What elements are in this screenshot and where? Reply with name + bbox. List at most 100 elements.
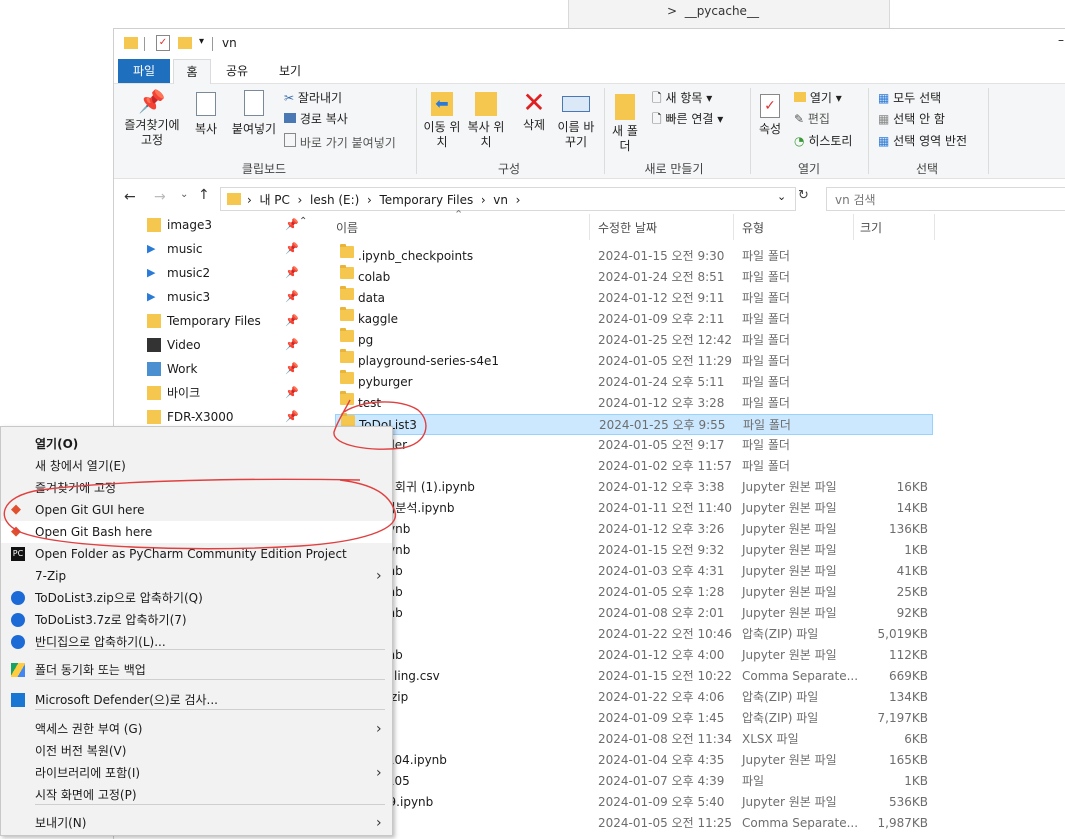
invert-selection-button[interactable]: ▦ 선택 영역 반전	[878, 133, 967, 149]
customize-quick-access-icon[interactable]: ▾	[199, 36, 204, 47]
pin-to-quick-access-button[interactable]: 📌 즐겨찾기에 고정	[120, 88, 184, 148]
context-menu-item-open-git-gui-here[interactable]: ◆ Open Git GUI here	[1, 499, 392, 521]
column-type[interactable]: 유형	[742, 216, 764, 240]
address-dropdown-icon[interactable]: ⌄	[777, 190, 786, 203]
address-bar[interactable]: › 내 PC › lesh (E:) › Temporary Files › v…	[220, 187, 796, 211]
cut-button[interactable]: ✂ 잘라내기	[284, 90, 342, 106]
column-size[interactable]: 크기	[860, 216, 882, 240]
context-menu-item[interactable]: 폴더 동기화 또는 백업	[1, 659, 392, 681]
back-arrow-icon[interactable]: ←	[124, 189, 136, 205]
file-row[interactable]: data 2024-01-12 오전 9:11 파일 폴더	[335, 286, 933, 309]
tab-home[interactable]: 홈	[173, 59, 211, 84]
file-row[interactable]: 3.ipynb2024-01-03 오후 4:31Jupyter 원본 파일41…	[335, 561, 933, 582]
refresh-icon[interactable]: ↻	[798, 188, 809, 203]
file-row[interactable]: 3.ipynb2024-01-08 오후 2:01Jupyter 원본 파일92…	[335, 603, 933, 624]
breadcrumb-temporary-files[interactable]: Temporary Files	[379, 193, 473, 207]
file-row[interactable]: colab 2024-01-24 오전 8:51 파일 폴더	[335, 265, 933, 288]
nav-scroll-up-icon[interactable]: ⌃	[299, 216, 307, 227]
background-tree-item[interactable]: > __pycache__	[667, 4, 759, 18]
context-menu-item-open-git-bash-here[interactable]: ◆ Open Git Bash here	[1, 521, 392, 543]
file-row[interactable]: 5.ipynb2024-01-05 오후 1:28Jupyter 원본 파일25…	[335, 582, 933, 603]
open-button[interactable]: 열기 ▾	[794, 90, 842, 106]
column-divider[interactable]	[853, 214, 854, 240]
edit-button[interactable]: ✎ 편집	[794, 111, 830, 127]
search-input[interactable]: vn 검색	[826, 187, 1065, 211]
tab-share[interactable]: 공유	[219, 59, 255, 83]
file-row[interactable]: zip2024-01-09 오후 1:45압축(ZIP) 파일7,197KB	[335, 708, 933, 729]
file-row[interactable]: kaggle 2024-01-09 오후 2:11 파일 폴더	[335, 307, 933, 330]
copy-to-button[interactable]: 복사 위치	[464, 88, 508, 150]
column-name[interactable]: 이름	[336, 216, 358, 240]
breadcrumb-this-pc[interactable]: 내 PC	[259, 193, 289, 207]
context-menu-item-microsoft-defender[interactable]: Microsoft Defender(으)로 검사...	[1, 689, 392, 711]
file-row[interactable]: 40109.ipynb 2024-01-09 오후 5:40 Jupyter 원본 …	[335, 792, 933, 813]
context-menu-item-n[interactable]: 보내기(N) ›	[1, 812, 392, 834]
up-arrow-icon[interactable]: ↑	[198, 187, 210, 203]
file-row[interactable]: xlsx2024-01-08 오전 11:34XLSX 파일6KB	[335, 729, 933, 750]
new-folder-button[interactable]: 새 폴더	[610, 88, 640, 154]
file-row[interactable]: 출문제 회귀 (1).ipynb 2024-01-12 오후 3:38 Jupyte…	[335, 477, 933, 498]
select-none-button[interactable]: ▦ 선택 안 함	[878, 111, 945, 127]
context-menu-item-v[interactable]: 이전 버전 복원(V)	[1, 740, 392, 762]
file-row[interactable]: playground-series-s4e1 2024-01-05 오전 11:2…	[335, 349, 933, 372]
paste-shortcut-button[interactable]: 바로 가기 붙여넣기	[284, 133, 396, 151]
file-date: 2024-01-05 오전 9:17	[598, 438, 725, 452]
history-button[interactable]: ◔ 히스토리	[794, 133, 852, 149]
column-divider[interactable]	[589, 214, 590, 240]
file-row[interactable]: pyburger 2024-01-24 오후 5:11 파일 폴더	[335, 370, 933, 393]
file-row[interactable]: -web.zip2024-01-22 오후 4:06압축(ZIP) 파일134K…	[335, 687, 933, 708]
breadcrumb-drive[interactable]: lesh (E:)	[310, 193, 359, 207]
context-menu-item-o[interactable]: 열기(O)	[1, 433, 392, 455]
select-all-button[interactable]: ▦ 모두 선택	[878, 90, 941, 106]
context-menu-item-todolist3-zip-q[interactable]: ToDoList3.zip으로 압축하기(Q)	[1, 587, 392, 609]
easy-access-button[interactable]: 🗋 빠른 연결 ▾	[652, 111, 723, 127]
file-row[interactable]: 2.ipynb2024-01-12 오후 4:00Jupyter 원본 파일11…	[335, 645, 933, 666]
new-item-button[interactable]: 🗋 새 항목 ▾	[652, 90, 712, 106]
context-menu-item-p[interactable]: 시작 화면에 고정(P)	[1, 784, 392, 806]
context-menu-item[interactable]: 즐겨찾기에 고정	[1, 477, 392, 499]
minimize-button[interactable]: –	[1058, 33, 1064, 47]
file-date: 2024-01-22 오후 4:06	[598, 690, 725, 704]
file-row[interactable]: ToDoList3 2024-01-25 오후 9:55 파일 폴더	[335, 413, 933, 435]
delete-button[interactable]: ✕ 삭제	[516, 88, 552, 133]
file-row[interactable]: 2024-01-02 오후 11:57 파일 폴더	[335, 454, 933, 477]
file-row[interactable]: test 2024-01-12 오후 3:28 파일 폴더	[335, 391, 933, 414]
tab-view[interactable]: 보기	[272, 59, 308, 83]
file-row[interactable]: d-Folder2024-01-05 오전 9:17파일 폴더	[335, 433, 933, 456]
recent-locations-chevron-icon[interactable]: ⌄	[180, 189, 188, 200]
context-menu-item-todolist3-7z-7[interactable]: ToDoList3.7z로 압축하기(7)	[1, 609, 392, 631]
properties-quick-icon[interactable]: ✓	[156, 35, 170, 51]
move-to-button[interactable]: ⬅ 이동 위치	[420, 88, 464, 150]
context-menu-item-g[interactable]: 액세스 권한 부여 (G) ›	[1, 718, 392, 740]
context-menu-item-e[interactable]: 새 창에서 열기(E)	[1, 455, 392, 477]
copy-path-button[interactable]: 경로 복사	[284, 111, 348, 127]
properties-button[interactable]: ✓ 속성	[754, 88, 786, 137]
breadcrumb-vn[interactable]: vn	[493, 193, 508, 207]
paste-button[interactable]: 붙여넣기	[228, 88, 280, 137]
file-row[interactable]: 11통계분석.ipynb 2024-01-11 오전 11:40 Jupyter 원…	[335, 498, 933, 519]
forward-arrow-icon[interactable]: →	[154, 189, 166, 205]
file-row[interactable]: 12.ipynb2024-01-12 오후 3:26Jupyter 원본 파일1…	[335, 519, 933, 540]
file-row[interactable]: 15.ipynb2024-01-15 오전 9:32Jupyter 원본 파일1…	[335, 540, 933, 561]
context-menu-item-open-folder-as-pycharm-community-edition-project[interactable]: PC Open Folder as PyCharm Community Editi…	[1, 543, 392, 565]
context-menu-item-i[interactable]: 라이브러리에 포함(I) ›	[1, 762, 392, 784]
sidebar-item[interactable]: image3 📌	[147, 214, 299, 236]
file-row[interactable]: sv2024-01-05 오전 11:25Comma Separate...1,…	[335, 813, 933, 834]
file-type: 압축(ZIP) 파일	[742, 690, 819, 704]
file-row[interactable]: .ipynb_checkpoints 2024-01-15 오전 9:30 파일 폴…	[335, 244, 933, 267]
file-row[interactable]: _230104.ipynb 2024-01-04 오후 4:35 Jupyter 원…	[335, 750, 933, 771]
file-row[interactable]: Modelling.csv 2024-01-15 오전 10:22 Comma Se…	[335, 666, 933, 687]
new-folder-quick-icon[interactable]	[178, 37, 192, 49]
column-divider[interactable]	[733, 214, 734, 240]
file-row[interactable]: pg 2024-01-25 오전 12:42 파일 폴더	[335, 328, 933, 351]
file-row[interactable]: ip2024-01-22 오전 10:46압축(ZIP) 파일5,019KB	[335, 624, 933, 645]
column-date[interactable]: 수정한 날짜	[598, 216, 657, 240]
copy-button[interactable]: 복사	[188, 88, 224, 137]
rename-button[interactable]: 이름 바꾸기	[554, 88, 598, 150]
context-menu-item-7-zip[interactable]: 7-Zip ›	[1, 565, 392, 587]
column-divider[interactable]	[934, 214, 935, 240]
tab-file[interactable]: 파일	[118, 59, 170, 83]
file-row[interactable]: _2401052024-01-07 오후 4:39파일1KB	[335, 771, 933, 792]
file-size: 165KB	[888, 753, 928, 767]
pin-icon[interactable]: 📌	[285, 214, 299, 236]
